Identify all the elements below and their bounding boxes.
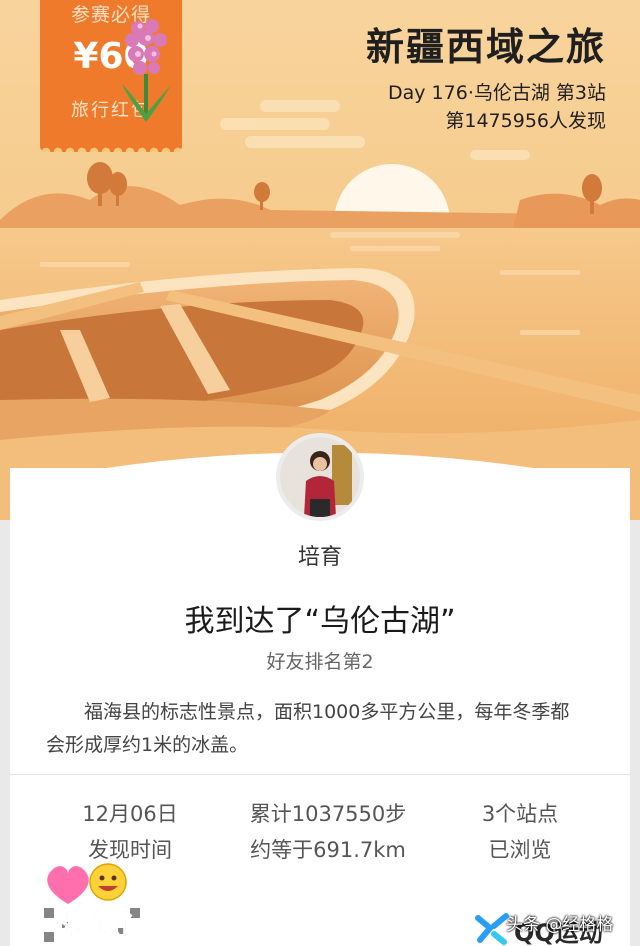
sticker: 你真好 xyxy=(38,862,150,946)
red-packet-badge[interactable]: 参赛必得 ¥60 旅行红包 xyxy=(40,0,182,152)
stat-label: 已浏览 xyxy=(488,838,552,862)
journey-header: 新疆西域之旅 Day 176·乌伦古湖 第3站 第1475956人发现 xyxy=(366,16,606,135)
divider xyxy=(10,774,630,775)
stat-discovery-time: 12月06日 发现时间 xyxy=(50,796,210,868)
hyacinth-flower-icon xyxy=(122,19,170,122)
friend-rank: 好友排名第2 xyxy=(266,651,374,673)
stat-value: 3个站点 xyxy=(481,802,559,826)
travel-card-page: 参赛必得 ¥60 旅行红包 新疆西域之旅 Day 176·乌伦古湖 第3站 第1… xyxy=(0,0,640,946)
user-name: 培育 xyxy=(297,545,342,570)
arrival-headline: 我到达了“乌伦古湖” xyxy=(184,604,456,639)
stat-total-steps: 累计1037550步 约等于691.7km xyxy=(228,796,428,868)
qq-sport-logo-icon xyxy=(475,913,509,945)
stats-row: 12月06日 发现时间 累计1037550步 约等于691.7km 3个站点 已… xyxy=(10,796,630,866)
stat-stations-visited: 3个站点 已浏览 xyxy=(440,796,600,868)
day-station-line: Day 176·乌伦古湖 第3站 xyxy=(388,82,606,104)
journey-title: 新疆西域之旅 xyxy=(365,25,606,69)
toutiao-watermark: 头条 @经格格 xyxy=(506,915,614,935)
discoverer-count: 第1475956人发现 xyxy=(445,110,606,132)
avatar[interactable] xyxy=(276,433,364,521)
badge-serrated-edge xyxy=(40,144,182,152)
sticker-text: 你真好 xyxy=(54,912,133,943)
avatar-photo xyxy=(280,437,360,517)
stat-value: 累计1037550步 xyxy=(249,802,407,826)
stat-value: 12月06日 xyxy=(82,802,178,826)
station-description: 福海县的标志性景点，面积1000多平方公里，每年冬季都会形成厚约1米的冰盖。 xyxy=(46,701,570,756)
stat-label: 约等于691.7km xyxy=(250,838,406,862)
